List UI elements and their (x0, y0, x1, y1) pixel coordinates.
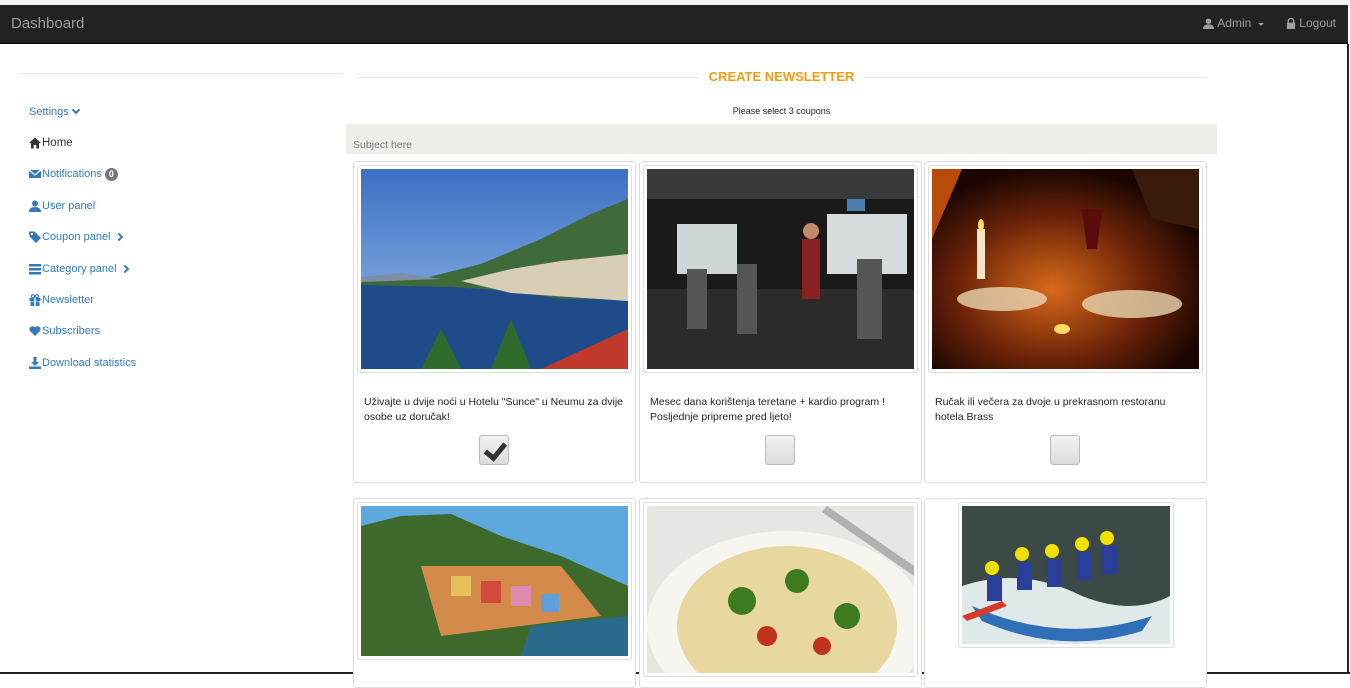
candlelight-dinner-image (932, 169, 1199, 369)
coupon-card[interactable]: Uživajte u dvije noći u Hotelu "Sunce" u… (353, 161, 636, 483)
sidebar-item-coupon-panel[interactable]: Coupon panel (18, 222, 343, 253)
admin-dropdown[interactable]: Admin (1203, 16, 1265, 30)
rafting-image (962, 506, 1170, 644)
sidebar-item-label: Subscribers (42, 325, 101, 338)
sidebar-item-subscribers[interactable]: Subscribers (18, 316, 343, 347)
window-right-border (1347, 44, 1349, 674)
sidebar-item-label: Notifications (42, 168, 102, 181)
gift-icon (29, 294, 41, 307)
coupon-checkbox[interactable] (479, 435, 509, 465)
sidebar-item-home[interactable]: Home (18, 127, 343, 158)
coupon-description: Uživajte u dvije noći u Hotelu "Sunce" u… (364, 396, 624, 423)
caret-down-icon (1258, 22, 1265, 26)
coupon-image (928, 165, 1203, 373)
coupon-description: Mesec dana korištenja teretane + kardio … (650, 396, 885, 423)
sidebar-item-notifications[interactable]: Notifications 0 (18, 159, 343, 190)
cliffside-village-image (361, 506, 628, 656)
main-content: CREATE NEWSLETTER Please select 3 coupon… (346, 60, 1217, 154)
coupon-image (643, 502, 918, 677)
coupon-image (357, 165, 632, 373)
coupon-checkbox[interactable] (765, 435, 795, 465)
sidebar-item-settings[interactable]: Settings (18, 96, 343, 127)
pasta-salad-image (647, 506, 914, 673)
admin-label: Admin (1217, 16, 1252, 30)
coupon-card[interactable] (639, 498, 922, 688)
sidebar-menu: Settings Home Notifications 0 User panel… (18, 96, 343, 379)
user-icon (1203, 17, 1215, 29)
logout-link[interactable]: Logout (1286, 16, 1336, 30)
page-title-row: CREATE NEWSLETTER (346, 60, 1217, 94)
gym-image (647, 169, 914, 369)
logout-label: Logout (1299, 16, 1336, 30)
sidebar-item-category-panel[interactable]: Category panel (18, 253, 343, 284)
coupon-description: Ručak ili večera za dvoje u prekrasnom r… (935, 396, 1166, 423)
instruction-text: Please select 3 coupons (732, 106, 831, 116)
coupon-card[interactable]: Mesec dana korištenja teretane + kardio … (639, 161, 922, 483)
sidebar-item-label: Home (42, 137, 73, 150)
coupon-image (643, 165, 918, 373)
heart-icon (29, 326, 41, 337)
notifications-count-badge: 0 (104, 167, 118, 181)
tag-icon (29, 231, 41, 244)
home-icon (29, 137, 41, 149)
chevron-down-icon (71, 105, 80, 114)
sidebar-item-label: Category panel (42, 262, 117, 275)
download-icon (29, 356, 41, 369)
navbar-right: Admin Logout (1203, 16, 1336, 30)
coupon-image (357, 502, 632, 660)
sidebar-item-label: User panel (42, 199, 96, 212)
envelope-icon (29, 170, 41, 179)
sidebar-item-label: Newsletter (42, 294, 94, 307)
sidebar-item-user-panel[interactable]: User panel (18, 190, 343, 221)
list-icon (29, 263, 41, 275)
coupon-checkbox[interactable] (1050, 435, 1080, 465)
sidebar-item-newsletter[interactable]: Newsletter (18, 284, 343, 315)
coupon-card[interactable]: Ručak ili večera za dvoje u prekrasnom r… (924, 161, 1207, 483)
sidebar-item-label: Download statistics (42, 356, 137, 369)
user-icon (29, 200, 41, 212)
sidebar-item-download-statistics[interactable]: Download statistics (18, 347, 343, 378)
coupon-card[interactable] (353, 498, 636, 688)
sidebar-item-label: Settings (29, 105, 69, 118)
lock-icon (1287, 17, 1296, 29)
chevron-right-icon (114, 233, 123, 242)
coupon-image (958, 502, 1174, 648)
brand-title[interactable]: Dashboard (11, 15, 84, 32)
subject-input[interactable] (346, 124, 1217, 154)
sidebar-item-label: Coupon panel (42, 231, 111, 244)
sidebar: Settings Home Notifications 0 User panel… (18, 73, 343, 379)
page-title: CREATE NEWSLETTER (346, 69, 1217, 84)
coast-town-image (361, 169, 628, 369)
coupon-card[interactable] (924, 498, 1207, 688)
chevron-right-icon (120, 264, 129, 273)
top-navbar: Dashboard Admin Logout (0, 5, 1348, 44)
